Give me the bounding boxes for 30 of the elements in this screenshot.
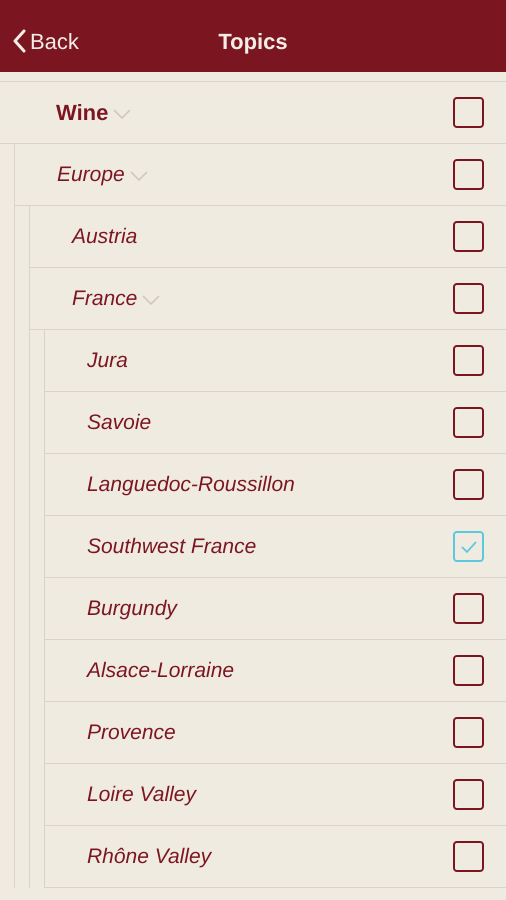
back-button[interactable]: Back bbox=[0, 24, 79, 58]
topic-label[interactable]: Europe bbox=[57, 158, 125, 190]
checkmark-icon bbox=[460, 540, 478, 554]
checkbox[interactable] bbox=[453, 97, 484, 128]
checkbox[interactable] bbox=[453, 841, 484, 872]
topic-label[interactable]: Wine bbox=[56, 96, 108, 129]
topic-label[interactable]: Provence bbox=[87, 716, 176, 748]
topic-label[interactable]: Austria bbox=[72, 220, 138, 252]
checkbox[interactable] bbox=[453, 159, 484, 190]
topic-label[interactable]: Jura bbox=[87, 344, 128, 376]
checkbox[interactable] bbox=[453, 283, 484, 314]
checkbox[interactable] bbox=[453, 655, 484, 686]
topic-label[interactable]: Burgundy bbox=[87, 592, 177, 624]
topic-label[interactable]: Southwest France bbox=[87, 530, 256, 562]
checkbox[interactable] bbox=[453, 221, 484, 252]
checkbox[interactable] bbox=[453, 717, 484, 748]
checkbox[interactable] bbox=[453, 779, 484, 810]
topic-label[interactable]: Rhône Valley bbox=[87, 840, 212, 872]
topic-label[interactable]: Savoie bbox=[87, 406, 152, 438]
chevron-left-icon bbox=[12, 29, 26, 53]
checkbox[interactable] bbox=[453, 345, 484, 376]
topic-label[interactable]: Languedoc-Roussillon bbox=[87, 468, 295, 500]
topic-label[interactable]: Alsace-Lorraine bbox=[87, 654, 234, 686]
checkbox[interactable] bbox=[453, 407, 484, 438]
topic-label[interactable]: Loire Valley bbox=[87, 778, 196, 810]
checkbox[interactable] bbox=[453, 531, 484, 562]
checkbox[interactable] bbox=[453, 593, 484, 624]
checkbox[interactable] bbox=[453, 469, 484, 500]
topic-label[interactable]: France bbox=[72, 282, 138, 314]
nav-title: Topics bbox=[218, 28, 288, 56]
